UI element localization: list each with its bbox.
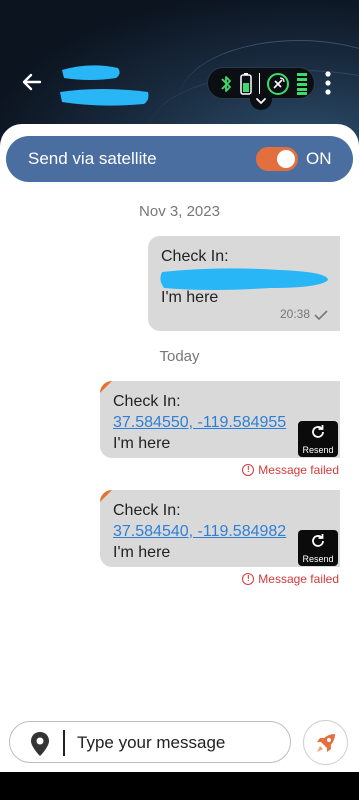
battery-icon xyxy=(240,73,252,95)
location-link[interactable]: 37.584550, -119.584955 xyxy=(113,414,286,432)
composer-divider xyxy=(63,730,65,756)
messaging-screen: Send via satellite ON Nov 3, 2023 Check … xyxy=(0,0,359,800)
chevron-down-icon xyxy=(256,98,266,105)
refresh-icon xyxy=(312,534,324,547)
message-composer[interactable]: Type your message xyxy=(9,721,291,763)
refresh-icon xyxy=(312,425,324,438)
conversation-sheet xyxy=(0,124,359,800)
message-time: 20:38 xyxy=(279,307,310,321)
message-input[interactable]: Type your message xyxy=(77,733,225,753)
message-body: I'm here xyxy=(113,544,171,561)
satellite-label: Send via satellite xyxy=(28,149,157,168)
date-separator: Today xyxy=(159,348,200,365)
sent-check-icon xyxy=(314,310,328,321)
failed-text: Message failed xyxy=(258,463,339,477)
send-via-satellite-bar[interactable]: Send via satellite ON xyxy=(6,136,353,182)
message-bubble[interactable]: Check In: 37.584540, -119.584982 I'm her… xyxy=(100,490,340,567)
message-bubble[interactable]: Check In: 37.584550, -119.584955 I'm her… xyxy=(100,381,340,458)
system-navigation-bar xyxy=(0,772,359,800)
message-failed-status: ! Message failed xyxy=(242,572,339,586)
location-link[interactable]: 37.584540, -119.584982 xyxy=(113,523,286,541)
map-pin-icon[interactable] xyxy=(30,731,50,757)
back-button[interactable] xyxy=(18,68,46,96)
message-title: Check In: xyxy=(113,502,181,519)
status-expand-button[interactable] xyxy=(250,94,272,110)
message-body: I'm here xyxy=(161,289,219,306)
message-bubble[interactable]: Check In: I'm here 20:38 xyxy=(148,236,340,331)
status-divider xyxy=(259,73,260,95)
signal-bars-icon xyxy=(297,73,307,95)
toggle-state-label: ON xyxy=(306,149,332,168)
satellite-signal-icon xyxy=(267,73,289,95)
satellite-toggle[interactable] xyxy=(256,147,298,171)
more-vertical-icon xyxy=(325,71,331,95)
rocket-icon xyxy=(317,734,335,752)
resend-label: Resend xyxy=(302,445,334,455)
bluetooth-icon xyxy=(221,76,231,92)
resend-button[interactable]: Resend xyxy=(298,530,338,566)
message-body: I'm here xyxy=(113,435,171,452)
resend-button[interactable]: Resend xyxy=(298,421,338,457)
failed-text: Message failed xyxy=(258,572,339,586)
warning-icon: ! xyxy=(242,573,255,585)
toggle-knob xyxy=(277,150,295,168)
contact-name-redacted xyxy=(60,65,149,106)
date-separator: Nov 3, 2023 xyxy=(139,203,220,220)
warning-icon: ! xyxy=(242,464,255,476)
message-failed-status: ! Message failed xyxy=(242,463,339,477)
back-arrow-icon xyxy=(22,73,42,91)
resend-label: Resend xyxy=(302,554,334,564)
message-title: Check In: xyxy=(161,248,229,265)
message-title: Check In: xyxy=(113,393,181,410)
more-options-button[interactable] xyxy=(322,70,334,96)
send-button[interactable] xyxy=(303,720,348,765)
